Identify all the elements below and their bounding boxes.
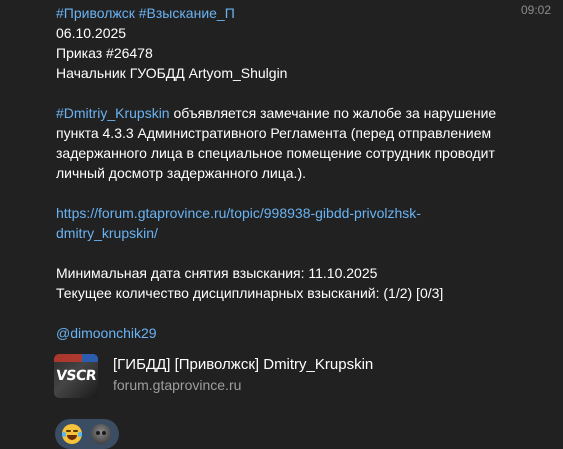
order-number: Приказ #26478 (56, 45, 153, 61)
forum-url-link-part1[interactable]: https://forum.gtaprovince.ru/topic/99893… (56, 205, 421, 221)
hashtag-link[interactable]: #Приволжск #Взыскание_П (56, 5, 235, 21)
reprimand-paragraph: #Dmitriy_Krupskin объявляется замечание … (56, 103, 526, 183)
user-avatar-icon (91, 424, 111, 444)
min-removal-date: Минимальная дата снятия взыскания: 11.10… (56, 265, 378, 281)
message-text: #Приволжск #Взыскание_П 06.10.2025 Прика… (56, 3, 526, 343)
order-date: 06.10.2025 (56, 25, 127, 41)
laughing-emoji-icon (62, 424, 82, 444)
preview-title: [ГИБДД] [Приволжск] Dmitry_Krupskin (113, 356, 374, 373)
user-mention-link[interactable]: @dimoonchik29 (56, 325, 157, 341)
preview-thumbnail-logo: VSCR (55, 368, 97, 384)
link-preview[interactable]: VSCR [ГИБДД] [Приволжск] Dmitry_Krupskin… (54, 354, 474, 398)
order-chief: Начальник ГУОБДД Artyom_Shulgin (56, 65, 288, 81)
message: 09:02 #Приволжск #Взыскание_П 06.10.2025… (0, 0, 563, 449)
current-penalty-count: Текущее количество дисциплинарных взыска… (56, 285, 444, 301)
preview-site: forum.gtaprovince.ru (113, 377, 242, 393)
target-hashtag-link[interactable]: #Dmitriy_Krupskin (56, 105, 170, 121)
forum-url-link-part2[interactable]: dmitry_krupskin/ (56, 225, 158, 241)
preview-thumbnail: VSCR (54, 354, 98, 398)
